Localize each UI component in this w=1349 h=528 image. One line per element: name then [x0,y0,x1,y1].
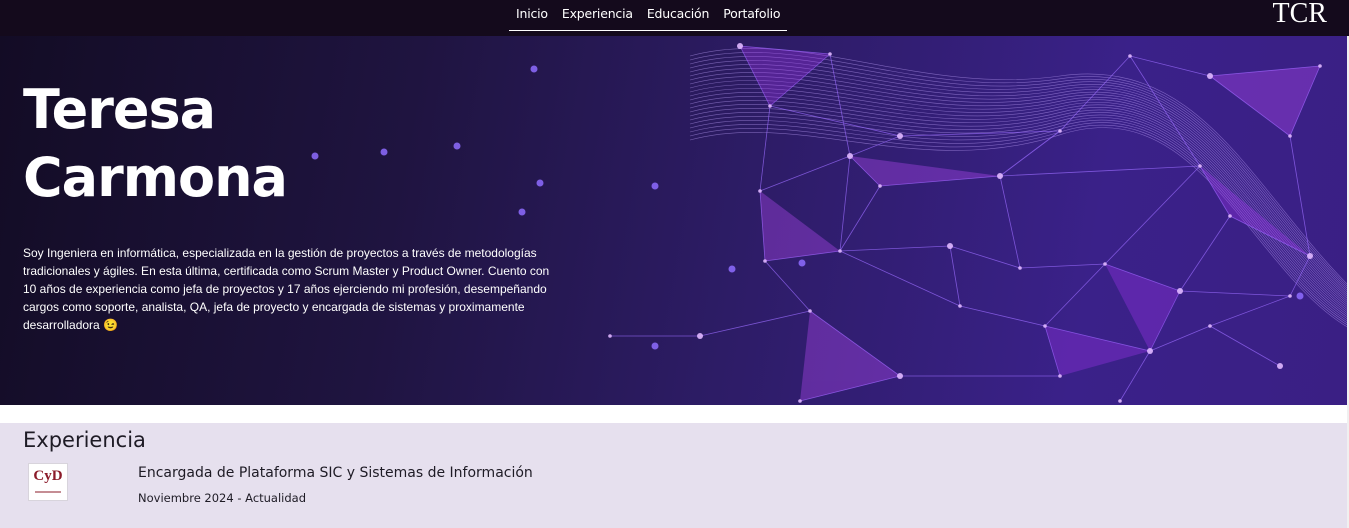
hero-name: Teresa Carmona [23,78,288,209]
experience-section: Experiencia CyD Encargada de Plataforma … [0,423,1349,528]
role-title: Encargada de Plataforma SIC y Sistemas d… [138,465,533,481]
company-logo-underline [35,491,61,493]
company-logo-text: CyD [33,468,63,484]
company-logo: CyD [28,463,68,501]
brand-logo[interactable]: TCR [1273,0,1327,29]
hero-bio: Soy Ingeniera en informática, especializ… [23,246,550,332]
nav-link-experiencia[interactable]: Experiencia [555,0,640,30]
experience-title: Experiencia [23,428,146,452]
hero-banner: Teresa Carmona Soy Ingeniera en informát… [0,36,1349,405]
role-period: Noviembre 2024 - Actualidad [138,491,307,505]
nav-link-portafolio[interactable]: Portafolio [716,0,787,30]
nav-link-inicio[interactable]: Inicio [509,0,555,30]
nav-link-educacion[interactable]: Educación [640,0,716,30]
nav-links: Inicio Experiencia Educación Portafolio [509,0,788,31]
top-navbar: Inicio Experiencia Educación Portafolio … [0,0,1349,36]
